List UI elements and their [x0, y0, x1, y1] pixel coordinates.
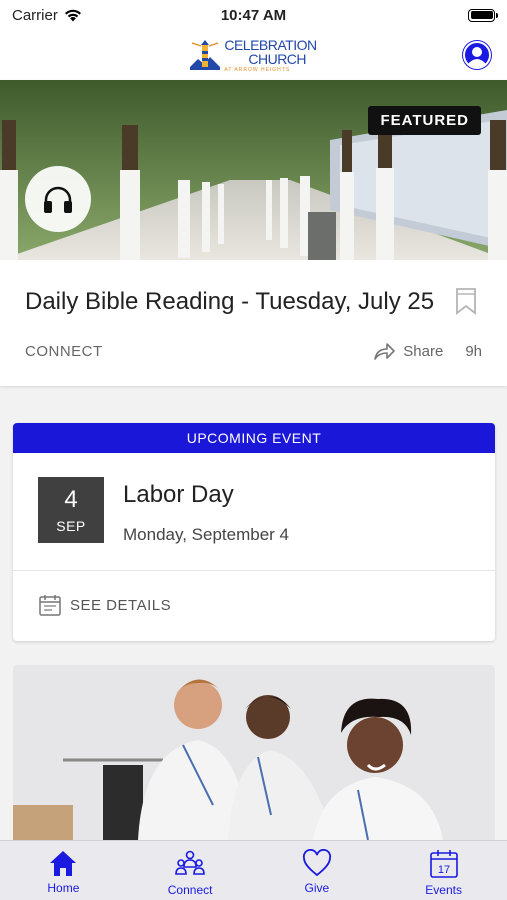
- volunteers-photo: [13, 665, 495, 840]
- tab-connect[interactable]: Connect: [127, 841, 254, 900]
- featured-meta: CONNECT Share 9h: [25, 342, 482, 360]
- tab-events-label: Events: [425, 883, 462, 897]
- featured-category: CONNECT: [25, 342, 103, 360]
- clock: 10:47 AM: [220, 6, 287, 24]
- calendar-icon: 17: [429, 850, 458, 878]
- tab-give-label: Give: [304, 881, 330, 895]
- audio-play-button[interactable]: [25, 166, 91, 232]
- share-button[interactable]: Share: [373, 342, 443, 360]
- event-month: SEP: [56, 518, 86, 534]
- status-bar: Carrier 10:47 AM: [0, 0, 507, 30]
- tab-connect-label: Connect: [167, 883, 213, 897]
- news-photo-card[interactable]: [13, 665, 495, 840]
- tab-give[interactable]: Give: [254, 841, 381, 900]
- app-header: CELEBRATION CHURCH AT ARROW HEIGHTS: [0, 30, 507, 80]
- share-label: Share: [403, 342, 444, 360]
- see-details-button[interactable]: SEE DETAILS: [38, 593, 171, 617]
- event-date-badge: 4 SEP: [38, 477, 104, 543]
- upcoming-event-card[interactable]: UPCOMING EVENT 4 SEP Labor Day Monday, S…: [13, 423, 495, 641]
- battery-icon: [468, 8, 498, 22]
- featured-timestamp: 9h: [465, 342, 482, 360]
- event-date: Monday, September 4: [123, 525, 289, 544]
- tab-events[interactable]: 17 Events: [380, 841, 507, 900]
- see-details-label: SEE DETAILS: [70, 596, 172, 614]
- bookmark-icon[interactable]: [455, 287, 477, 315]
- people-icon: [175, 850, 205, 875]
- logo-text-line3: AT ARROW HEIGHTS: [224, 66, 291, 73]
- logo-text-line1: CELEBRATION: [224, 36, 317, 53]
- profile-button[interactable]: [462, 40, 492, 70]
- event-day: 4: [64, 486, 78, 513]
- calendar-details-icon: [39, 595, 61, 616]
- church-logo[interactable]: CELEBRATION CHURCH AT ARROW HEIGHTS: [190, 36, 317, 73]
- featured-title[interactable]: Daily Bible Reading - Tuesday, July 25: [25, 288, 435, 316]
- featured-card[interactable]: FEATURED Daily Bible Reading - Tuesday, …: [0, 80, 507, 386]
- event-header: UPCOMING EVENT: [13, 423, 495, 453]
- carrier-label: Carrier: [12, 6, 58, 24]
- featured-badge: FEATURED: [368, 106, 481, 135]
- tab-home[interactable]: Home: [0, 841, 127, 900]
- divider: [13, 570, 495, 571]
- home-icon: [50, 851, 77, 876]
- headphones-icon: [44, 186, 72, 213]
- tab-home-label: Home: [47, 881, 80, 895]
- user-icon: [463, 41, 491, 69]
- wifi-icon: [64, 9, 81, 21]
- share-arrow-icon: [374, 343, 396, 360]
- featured-image: FEATURED: [0, 80, 507, 260]
- svg-text:17: 17: [438, 864, 450, 876]
- event-title: Labor Day: [123, 481, 234, 508]
- logo-text-line2: CHURCH: [248, 50, 307, 67]
- heart-icon: [302, 849, 331, 877]
- lighthouse-logo-icon: [190, 40, 221, 70]
- tab-bar: Home Connect Give 17 Events: [0, 840, 507, 900]
